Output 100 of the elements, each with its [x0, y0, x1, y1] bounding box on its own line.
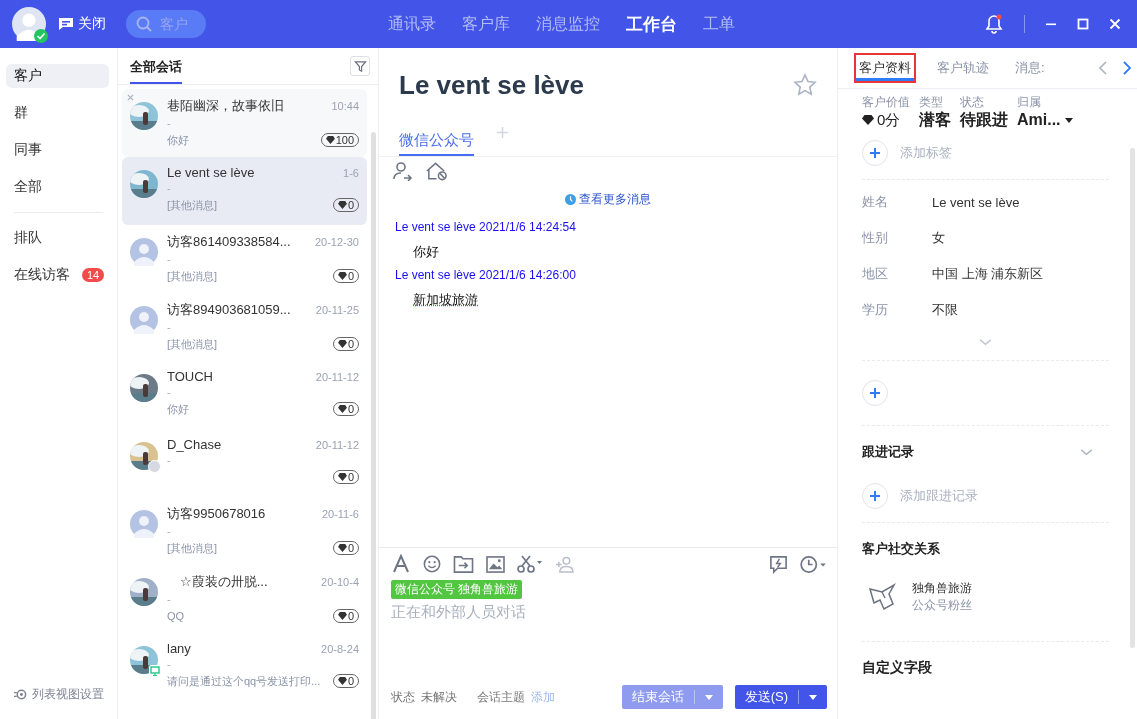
emoji-icon[interactable] — [423, 555, 441, 573]
channel-tab[interactable]: 微信公众号 — [399, 108, 474, 156]
sidebar-item[interactable]: 全部 — [6, 175, 109, 199]
subtitle-text: - — [167, 524, 172, 539]
subtitle-text: - — [167, 252, 172, 267]
default-avatar-icon — [130, 238, 158, 266]
field-value: 中国 上海 浦东新区 — [932, 265, 1044, 283]
conversation-item[interactable]: D_Chase 20-11-12 - 0 — [122, 429, 367, 497]
close-session-button[interactable]: 关闭 — [58, 15, 106, 33]
summary-value: 待跟进 — [960, 110, 1008, 130]
count-badge: 14 — [82, 268, 105, 282]
timestamp: 20-11-12 — [315, 370, 359, 383]
subtitle-text: - — [167, 592, 172, 607]
sidebar-item[interactable]: 排队 — [6, 226, 109, 250]
subtitle-text: - — [167, 453, 172, 468]
summary-label: 客户价值 — [862, 95, 910, 109]
conversation-item[interactable]: 访客894903681059... 20-11-25 - [其他消息] 0 — [122, 293, 367, 361]
owner-dropdown[interactable]: Ami... — [1017, 109, 1073, 131]
message-text: 你好 — [412, 243, 440, 261]
conversation-item[interactable]: ☆葭装の卅脱... 20-10-4 - QQ 0 — [122, 565, 367, 633]
conversation-item[interactable]: Le vent se lève 1-6 - [其他消息] 0 — [122, 157, 367, 225]
last-message: [其他消息] — [167, 268, 218, 284]
conversation-item[interactable]: 访客9950678016 20-11-6 - [其他消息] 0 — [122, 497, 367, 565]
diamond-icon — [337, 272, 347, 280]
font-icon[interactable] — [391, 554, 411, 574]
profile-tab[interactable]: 客户资料 — [854, 53, 916, 83]
conversation-item[interactable]: 访客861409338584... 20-12-30 - [其他消息] 0 — [122, 225, 367, 293]
send-button[interactable]: 发送(S) — [734, 685, 827, 709]
timestamp: 20-11-25 — [315, 304, 359, 316]
diamond-icon — [325, 136, 335, 144]
chat-title: Le vent se lève — [399, 69, 584, 101]
subtitle-text: - — [167, 116, 172, 131]
sidebar-item[interactable]: 同事 — [6, 138, 109, 162]
add-followup-label: 添加跟进记录 — [900, 487, 978, 505]
maximize-icon[interactable] — [1077, 18, 1089, 30]
last-message: [其他消息] — [167, 540, 218, 556]
view-more-messages-link[interactable]: 查看更多消息 — [565, 191, 651, 208]
channel-tag: 微信公众号 独角兽旅游 — [391, 580, 523, 599]
home-block-icon[interactable] — [425, 161, 448, 181]
plus-icon — [869, 387, 881, 399]
contact-name: ☆葭装の卅脱... — [179, 573, 268, 591]
quick-reply-icon[interactable] — [769, 554, 788, 574]
sidebar-item[interactable]: 在线访客 14 — [6, 263, 109, 287]
contact-name: 巷陌幽深，故事依旧 — [167, 97, 284, 115]
scrollbar[interactable] — [371, 132, 376, 719]
field-label: 地区 — [862, 265, 889, 283]
star-icon[interactable] — [793, 73, 817, 97]
folder-icon[interactable] — [453, 554, 474, 574]
bell-icon[interactable] — [984, 14, 1004, 34]
diamond-icon — [337, 201, 347, 209]
field-value: 不限 — [932, 301, 958, 319]
all-conversations-tab[interactable]: 全部会话 — [130, 48, 182, 84]
contact-name: TOUCH — [167, 369, 213, 384]
topic-label: 会话主题 — [477, 688, 525, 706]
plus-icon — [869, 147, 881, 159]
customer-value: 0分 — [862, 109, 910, 131]
status-label: 状态 — [391, 688, 415, 706]
message-icon — [58, 17, 74, 31]
sidebar-item[interactable]: 客户 — [6, 64, 109, 88]
conversation-item[interactable]: lany 20-8-24 - 请问是通过这个qq号发送打印... 0 — [122, 633, 367, 701]
account-name: 独角兽旅游 — [912, 580, 972, 597]
summary-value: 潜客 — [919, 110, 951, 130]
conversation-item[interactable]: TOUCH 20-11-12 - 你好 0 — [122, 361, 367, 429]
diamond-icon — [337, 612, 347, 620]
subtitle-text: - — [167, 385, 172, 400]
list-view-settings-button[interactable]: 列表视图设置 — [6, 686, 109, 703]
image-icon[interactable] — [486, 555, 505, 573]
last-message: [其他消息] — [167, 336, 218, 352]
transfer-user-icon[interactable] — [393, 161, 413, 181]
scissors-icon[interactable] — [517, 555, 543, 573]
field-label: 学历 — [862, 301, 889, 319]
contact-name: D_Chase — [167, 437, 222, 452]
caret-icon — [1064, 117, 1073, 123]
filter-icon — [353, 59, 367, 73]
search-field[interactable]: 客户 — [126, 10, 206, 38]
field-label: 姓名 — [862, 193, 889, 211]
diamond-icon — [862, 115, 874, 125]
last-message: [其他消息] — [167, 197, 218, 213]
chevron-right-icon[interactable] — [1123, 61, 1131, 75]
timestamp: 1-6 — [343, 166, 359, 179]
last-message: 你好 — [167, 401, 189, 417]
filter-button[interactable] — [350, 56, 370, 76]
add-tag-label: 添加标签 — [900, 144, 952, 162]
sidebar-item[interactable]: 群 — [6, 101, 109, 125]
diamond-icon — [337, 544, 347, 552]
timestamp: 20-11-6 — [321, 508, 359, 520]
subtitle-text: - — [167, 320, 172, 335]
diamond-icon — [337, 405, 347, 413]
default-avatar-icon — [130, 306, 158, 334]
clock-icon[interactable] — [800, 554, 827, 574]
last-message: 你好 — [167, 132, 189, 148]
diamond-icon — [337, 340, 347, 348]
scrollbar[interactable] — [1130, 148, 1135, 648]
section-title: 客户社交关系 — [862, 540, 940, 558]
timestamp: 20-8-24 — [321, 642, 359, 655]
default-avatar-icon — [130, 510, 158, 538]
conversation-item[interactable]: 巷陌幽深，故事依旧 10:44 - 你好 100 — [122, 89, 367, 157]
contact-name: 访客861409338584... — [167, 233, 291, 251]
timestamp: 20-10-4 — [321, 576, 359, 588]
nav-tab[interactable]: 工作台 — [626, 12, 677, 36]
